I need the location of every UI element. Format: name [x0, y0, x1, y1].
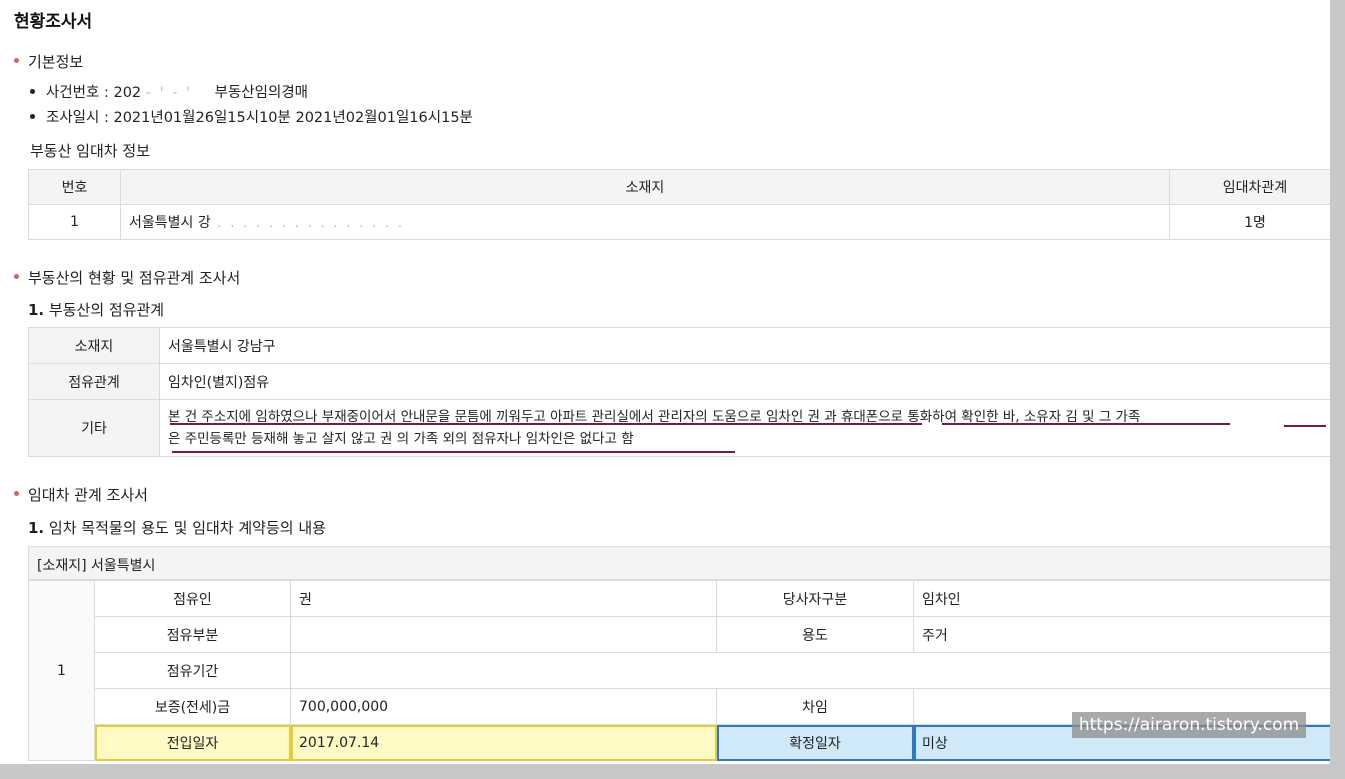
red-bullet-icon [14, 491, 19, 496]
row-label: 기타 [28, 399, 160, 457]
section-basic-info: 기본정보 [14, 51, 84, 72]
occupancy-subtitle: 1. 부동산의 점유관계 [28, 299, 164, 320]
value-usage: 주거 [913, 616, 1330, 653]
note-line-2: 은 주민등록만 등재해 놓고 살지 않고 권 의 가족 외의 점유자나 임차인은… [168, 431, 634, 447]
cell-relation: 1명 [1169, 204, 1330, 240]
sub-number: 1. [28, 519, 45, 537]
value-occupant: 권 [290, 580, 717, 617]
watermark: https://airaron.tistory.com [1072, 712, 1306, 738]
value-occupied-part [290, 616, 717, 653]
sub-title: 임차 목적물의 용도 및 임대차 계약등의 내용 [48, 519, 326, 537]
sub-title: 부동산의 점유관계 [48, 301, 165, 319]
address-bar-text: [소재지] 서울특별시 [37, 558, 156, 574]
address-text: 서울특별시 강남구 [168, 338, 276, 355]
row-label: 점유관계 [28, 363, 160, 400]
label-party-type: 당사자구분 [716, 580, 914, 617]
lease-info-heading: 부동산 임대차 정보 [30, 142, 150, 160]
label-usage: 용도 [716, 616, 914, 653]
cell-address: 서울특별시 강 . . . . . . . . . . . . . . . [120, 204, 1170, 240]
case-number-masked: - ' - ' [145, 85, 193, 101]
red-bullet-icon [14, 58, 19, 63]
occupancy-table: 소재지 서울특별시 강남구 점유관계 임차인(별지)점유 기타 본 건 주소지에… [28, 327, 1330, 457]
section-heading: 임대차 관계 조사서 [28, 486, 148, 504]
case-type: 부동산임의경매 [214, 85, 309, 101]
table-row: 점유관계 임차인(별지)점유 [28, 363, 1330, 400]
label-occupancy-period: 점유기간 [94, 652, 291, 689]
row-value: 임차인(별지)점유 [159, 363, 1330, 400]
lease-info-table: 번호 소재지 임대차관계 1 서울특별시 강 . . . . . . . . .… [28, 169, 1330, 240]
label-fixed-date: 확정일자 [716, 724, 914, 761]
underline-mark [942, 423, 1230, 425]
value-move-in-date: 2017.07.14 [290, 724, 717, 761]
row-value-note: 본 건 주소지에 임하였으나 부재중이어서 안내문을 문틈에 끼워두고 아파트 … [159, 399, 1330, 457]
bullet-icon [30, 89, 35, 94]
survey-date: 조사일시 : 2021년01월26일15시10분 2021년02월01일16시1… [46, 110, 473, 126]
table-row: 점유부분 용도 주거 [29, 616, 1330, 653]
row-value: 서울특별시 강남구 [159, 327, 1330, 364]
table-row: 1 서울특별시 강 . . . . . . . . . . . . . . . … [28, 204, 1330, 240]
value-occupancy-period [290, 652, 1330, 689]
label-move-in-date: 전입일자 [94, 724, 291, 761]
red-bullet-icon [14, 274, 19, 279]
survey-date-item: 조사일시 : 2021년01월26일15시10분 2021년02월01일16시1… [30, 106, 473, 127]
underline-mark [170, 423, 922, 425]
underline-mark [1284, 425, 1326, 427]
bullet-icon [30, 114, 35, 119]
sub-number: 1. [28, 301, 45, 319]
case-number-item: 사건번호 : 202 - ' - ' 부동산임의경매 [30, 81, 308, 102]
value-deposit: 700,000,000 [290, 688, 717, 725]
underline-mark [172, 451, 735, 453]
section-occupancy: 부동산의 현황 및 점유관계 조사서 [14, 267, 241, 288]
table-row: 기타 본 건 주소지에 임하였으나 부재중이어서 안내문을 문틈에 끼워두고 아… [28, 399, 1330, 457]
col-header-address: 소재지 [120, 169, 1170, 205]
address-text: 서울특별시 강 [129, 215, 211, 231]
lease-subtitle: 1. 임차 목적물의 용도 및 임대차 계약등의 내용 [28, 517, 326, 538]
table-row: 점유기간 [29, 652, 1330, 689]
page-title: 현황조사서 [14, 12, 93, 32]
table-row: 소재지 서울특별시 강남구 [28, 327, 1330, 364]
document-sheet: 현황조사서 기본정보 사건번호 : 202 - ' - ' 부동산임의경매 조사… [0, 0, 1330, 764]
cell-no: 1 [28, 204, 121, 240]
col-header-relation: 임대차관계 [1169, 169, 1330, 205]
section-heading: 기본정보 [28, 53, 84, 71]
row-label: 소재지 [28, 327, 160, 364]
label-occupied-part: 점유부분 [94, 616, 291, 653]
label-occupant: 점유인 [94, 580, 291, 617]
case-number-label: 사건번호 : 202 [46, 85, 142, 101]
section-lease: 임대차 관계 조사서 [14, 484, 148, 505]
section-heading: 부동산의 현황 및 점유관계 조사서 [28, 269, 241, 287]
col-header-no: 번호 [28, 169, 121, 205]
address-bar: [소재지] 서울특별시 [28, 546, 1330, 580]
label-deposit: 보증(전세)금 [94, 688, 291, 725]
table-row: 1 점유인 권 당사자구분 임차인 [28, 580, 1330, 761]
value-party-type: 임차인 [913, 580, 1330, 617]
label-rent: 차임 [716, 688, 914, 725]
row-number: 1 [28, 580, 95, 761]
masked-text: . . . . . . . . . . . . . . . [210, 215, 405, 231]
